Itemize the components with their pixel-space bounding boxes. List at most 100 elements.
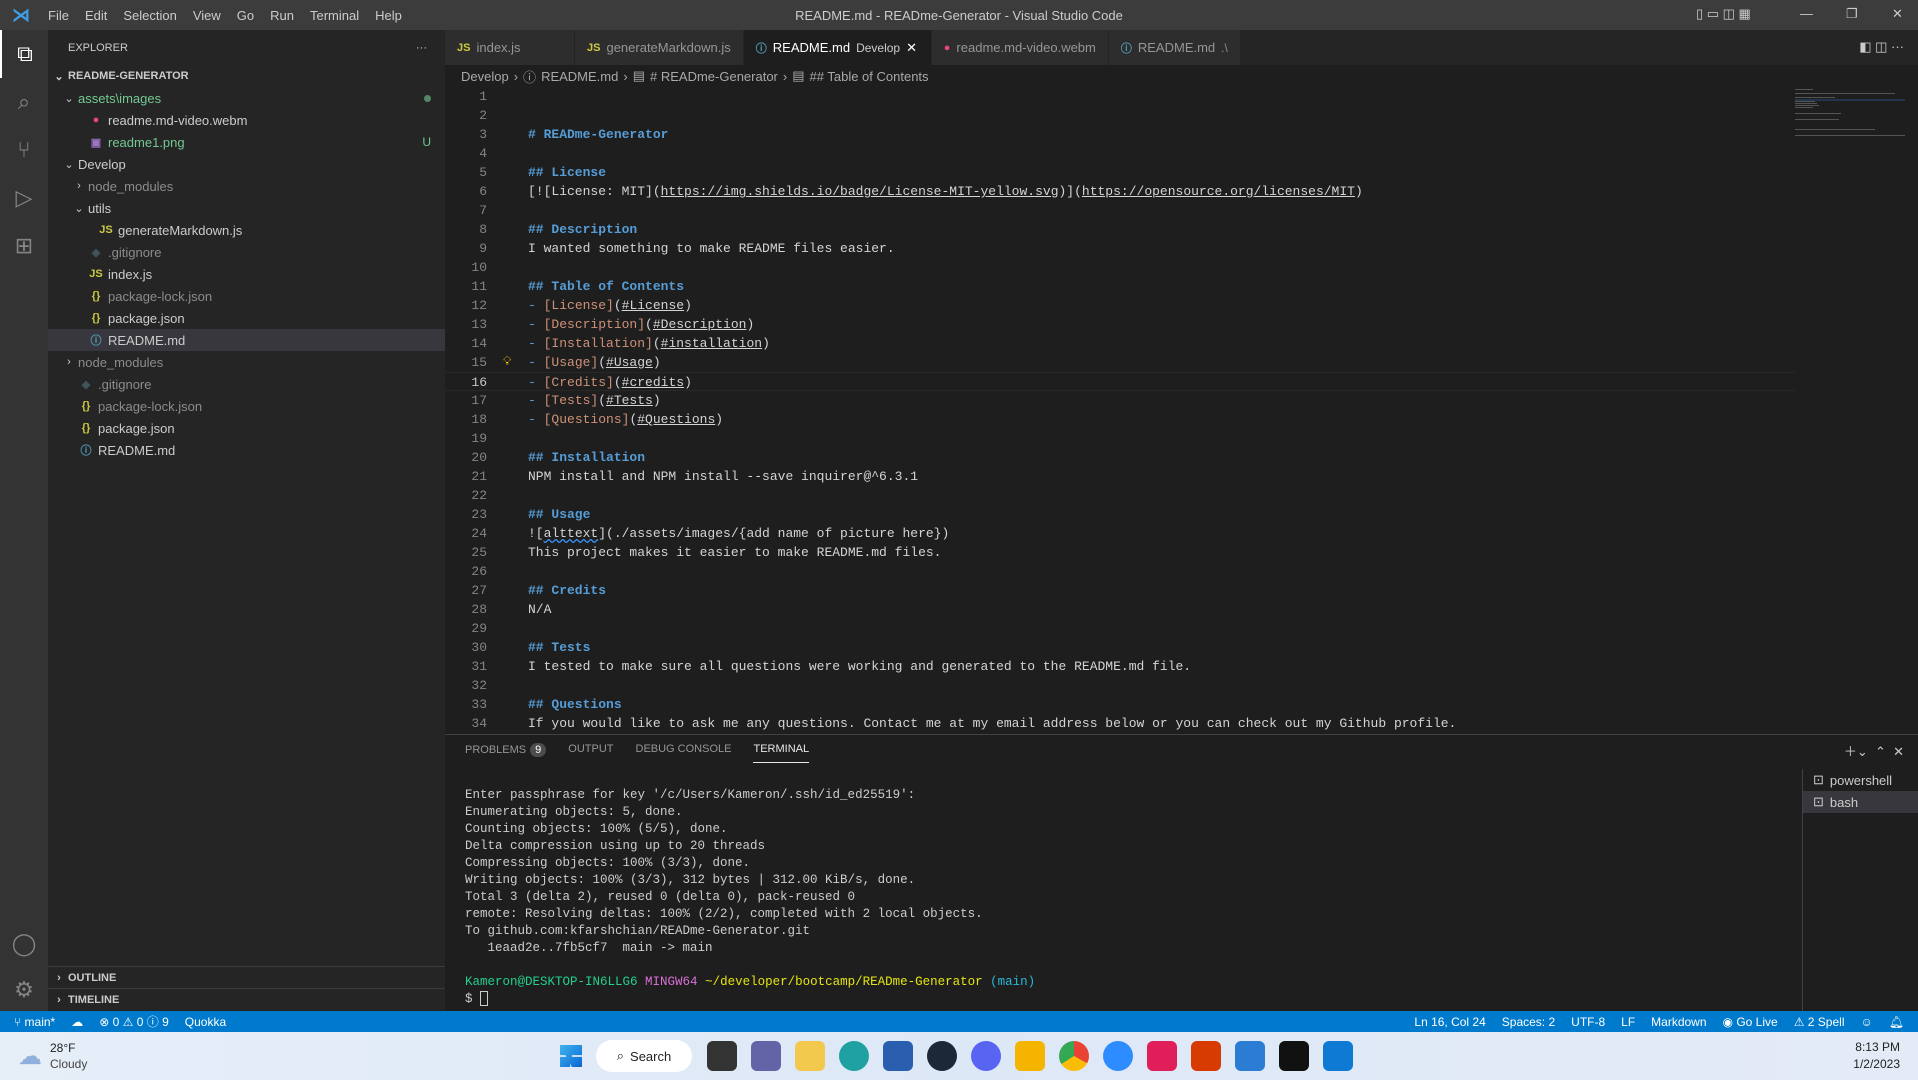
menu-run[interactable]: Run bbox=[262, 8, 302, 23]
menu-file[interactable]: File bbox=[40, 8, 77, 23]
code-line[interactable]: 22 bbox=[445, 486, 1795, 505]
language-mode[interactable]: Markdown bbox=[1643, 1015, 1714, 1029]
cursor-position[interactable]: Ln 16, Col 24 bbox=[1406, 1015, 1493, 1029]
terminal-app-icon[interactable] bbox=[1279, 1041, 1309, 1071]
code-line[interactable]: 7 bbox=[445, 201, 1795, 220]
close-tab-icon[interactable]: ✕ bbox=[906, 40, 917, 56]
tree-item[interactable]: ⌄ Develop bbox=[48, 153, 445, 175]
weather-widget[interactable]: ☁ 28°F Cloudy bbox=[0, 1040, 560, 1072]
code-line[interactable]: 33 ## Questions bbox=[445, 695, 1795, 714]
menu-terminal[interactable]: Terminal bbox=[302, 8, 367, 23]
tree-item[interactable]: JS generateMarkdown.js bbox=[48, 219, 445, 241]
minimap[interactable] bbox=[1795, 87, 1905, 147]
code-line[interactable]: 6 [![License: MIT](https://img.shields.io… bbox=[445, 182, 1795, 201]
editor-actions[interactable]: ◧ ◫ ··· bbox=[1859, 39, 1904, 55]
store-icon[interactable] bbox=[883, 1041, 913, 1071]
panel-tab-debug-console[interactable]: DEBUG CONSOLE bbox=[636, 743, 732, 763]
lightbulb-icon[interactable]: 💡︎ bbox=[503, 353, 511, 372]
code-line[interactable]: 30 ## Tests bbox=[445, 638, 1795, 657]
steam-icon[interactable] bbox=[927, 1041, 957, 1071]
tree-item[interactable]: ◆ .gitignore bbox=[48, 241, 445, 263]
code-line[interactable]: 34 If you would like to ask me any questi… bbox=[445, 714, 1795, 733]
tree-item[interactable]: ⌄ utils bbox=[48, 197, 445, 219]
tree-item[interactable]: › node_modules bbox=[48, 351, 445, 373]
tree-item[interactable]: {} package-lock.json bbox=[48, 395, 445, 417]
start-button[interactable] bbox=[560, 1045, 582, 1067]
code-line[interactable]: 20 ## Installation bbox=[445, 448, 1795, 467]
tree-item[interactable]: {} package.json bbox=[48, 417, 445, 439]
tree-item[interactable]: › node_modules bbox=[48, 175, 445, 197]
outline-section[interactable]: › OUTLINE bbox=[48, 966, 445, 988]
minimize-button[interactable]: — bbox=[1800, 6, 1813, 21]
tree-item[interactable]: ⓘ README.md bbox=[48, 439, 445, 461]
code-line[interactable]: 12 - [License](#License) bbox=[445, 296, 1795, 315]
code-line[interactable]: 27 ## Credits bbox=[445, 581, 1795, 600]
run-debug-icon[interactable]: ▷ bbox=[0, 174, 48, 222]
tab-readme-md-video-webm[interactable]: ● readme.md-video.webm bbox=[931, 30, 1109, 65]
source-control-icon[interactable]: ⑂ bbox=[0, 126, 48, 174]
zoom-icon[interactable] bbox=[1103, 1041, 1133, 1071]
tab-readme-md[interactable]: ⓘ README.md .\ bbox=[1108, 30, 1241, 65]
panel-actions[interactable]: ＋⌄ ⌃ ✕ bbox=[1844, 741, 1904, 760]
menu-help[interactable]: Help bbox=[367, 8, 410, 23]
task-view-icon[interactable] bbox=[707, 1041, 737, 1071]
code-line[interactable]: 15 💡︎ - [Usage](#Usage) bbox=[445, 353, 1795, 372]
code-line[interactable]: 23 ## Usage bbox=[445, 505, 1795, 524]
explorer-icon[interactable]: ⧉ bbox=[0, 30, 48, 78]
code-line[interactable]: 1 bbox=[445, 87, 1795, 106]
sync-icon[interactable]: ☁ bbox=[63, 1015, 91, 1029]
tree-item[interactable]: ⌄ assets\images bbox=[48, 87, 445, 109]
breadcrumb-item[interactable]: Develop bbox=[461, 69, 509, 84]
tree-item[interactable]: JS index.js bbox=[48, 263, 445, 285]
account-icon[interactable]: ◯ bbox=[0, 920, 48, 968]
breadcrumb-item[interactable]: README.md bbox=[541, 69, 618, 84]
code-line[interactable]: 5 ## License bbox=[445, 163, 1795, 182]
close-window-button[interactable]: ✕ bbox=[1892, 6, 1903, 22]
breadcrumb-item[interactable]: # READme-Generator bbox=[650, 69, 778, 84]
code-line[interactable]: 11 ## Table of Contents bbox=[445, 277, 1795, 296]
search-icon[interactable]: ⌕ bbox=[0, 78, 48, 126]
terminal-output[interactable]: Enter passphrase for key '/c/Users/Kamer… bbox=[465, 787, 1043, 1008]
code-line[interactable]: 25 This project makes it easier to make R… bbox=[445, 543, 1795, 562]
teams-icon[interactable] bbox=[751, 1041, 781, 1071]
code-line[interactable]: 24 ![alttext](./assets/images/{add name o… bbox=[445, 524, 1795, 543]
code-line[interactable]: 13 - [Description](#Description) bbox=[445, 315, 1795, 334]
app-icon[interactable] bbox=[1015, 1041, 1045, 1071]
terminal-instance-powershell[interactable]: ⊡ powershell bbox=[1803, 769, 1918, 791]
slack-icon[interactable] bbox=[1147, 1041, 1177, 1071]
code-line[interactable]: 28 N/A bbox=[445, 600, 1795, 619]
code-line[interactable]: 4 bbox=[445, 144, 1795, 163]
vscode-taskbar-icon[interactable] bbox=[1323, 1041, 1353, 1071]
feedback-icon[interactable]: ☺ bbox=[1853, 1015, 1881, 1029]
spell-button[interactable]: ⚠ 2 Spell bbox=[1786, 1015, 1853, 1029]
code-line[interactable]: 29 bbox=[445, 619, 1795, 638]
terminal-input-line[interactable]: $ bbox=[465, 991, 1043, 1008]
encoding[interactable]: UTF-8 bbox=[1563, 1015, 1613, 1029]
code-line[interactable]: 3 # READme-Generator bbox=[445, 125, 1795, 144]
layout-icons[interactable]: ▯ ▭ ◫ ▦ bbox=[1696, 6, 1751, 22]
quokka-button[interactable]: Quokka bbox=[177, 1015, 234, 1029]
problems-indicator[interactable]: ⊗ 0 ⚠ 0 ⓘ 9 bbox=[91, 1013, 177, 1030]
breadcrumb-item[interactable]: ## Table of Contents bbox=[810, 69, 929, 84]
menu-view[interactable]: View bbox=[185, 8, 229, 23]
tree-item[interactable]: ◆ .gitignore bbox=[48, 373, 445, 395]
explorer-root[interactable]: ⌄ README-GENERATOR bbox=[48, 65, 445, 87]
taskbar-search[interactable]: ⌕ Search bbox=[596, 1040, 692, 1072]
branch-indicator[interactable]: ⑂ main* bbox=[0, 1015, 63, 1029]
discord-icon[interactable] bbox=[971, 1041, 1001, 1071]
restore-button[interactable]: ❐ bbox=[1846, 6, 1858, 22]
notepad-icon[interactable] bbox=[1235, 1041, 1265, 1071]
snipping-tool-icon[interactable] bbox=[1191, 1041, 1221, 1071]
code-line[interactable]: 32 bbox=[445, 676, 1795, 695]
panel-tab-problems[interactable]: PROBLEMS 9 bbox=[465, 743, 547, 763]
tab-readme-md[interactable]: ⓘ README.md Develop ✕ bbox=[743, 30, 932, 65]
edge-icon[interactable] bbox=[839, 1041, 869, 1071]
bell-icon[interactable]: 🔔︎ bbox=[1881, 1015, 1918, 1029]
code-editor[interactable]: 1 2 3 # READme-Generator 4 5 ## License 6 [![Lic… bbox=[445, 87, 1795, 734]
file-explorer-icon[interactable] bbox=[795, 1041, 825, 1071]
timeline-section[interactable]: › TIMELINE bbox=[48, 988, 445, 1010]
terminal-instance-bash[interactable]: ⊡ bash bbox=[1803, 791, 1918, 813]
panel-tab-terminal[interactable]: TERMINAL bbox=[753, 743, 810, 763]
menu-go[interactable]: Go bbox=[229, 8, 262, 23]
code-line[interactable]: 31 I tested to make sure all questions we… bbox=[445, 657, 1795, 676]
